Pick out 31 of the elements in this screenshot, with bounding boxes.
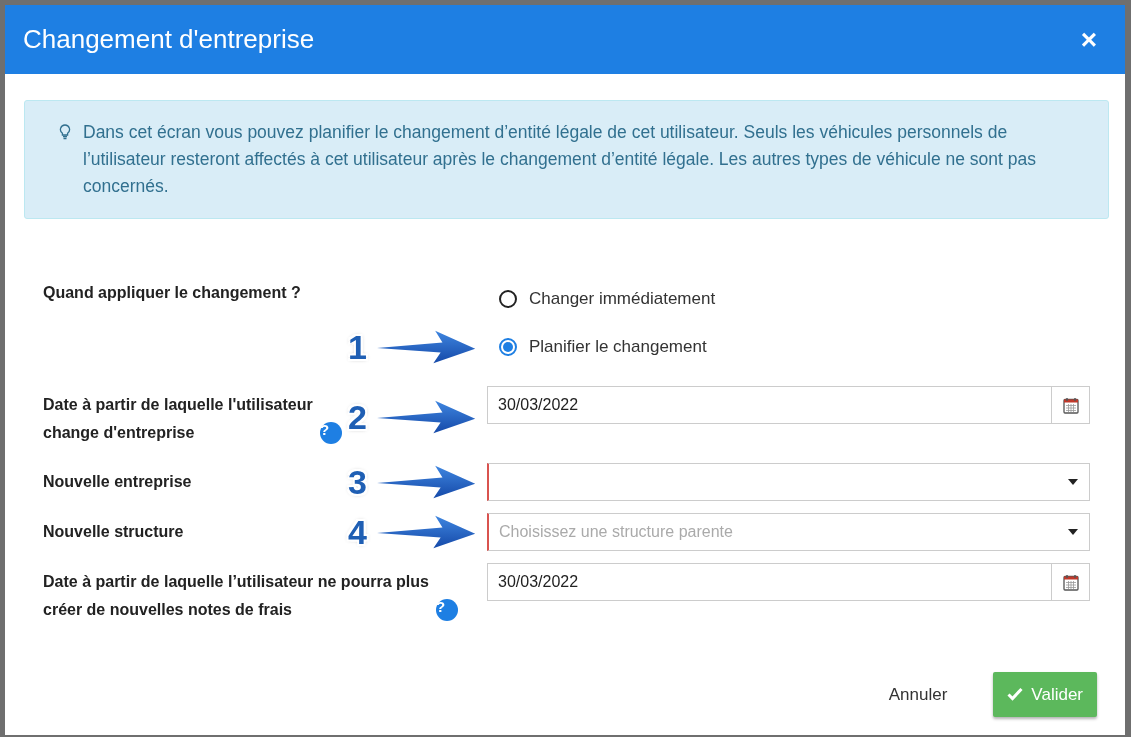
radio-option[interactable]: Planifier le changement	[487, 323, 707, 371]
question-label: Quand appliquer le changement ?	[43, 283, 302, 303]
caret-icon	[1068, 529, 1078, 535]
date-field[interactable]: 30/03/2022	[487, 386, 1052, 424]
cancel-link[interactable]: Annuler	[882, 680, 954, 708]
info-text: Dans cet écran vous pouvez planifier le changement d’entité légale de cet utilisateur. Seuls les véhicules personnels de l’utilisateur resteront affectés à cet utilisateur après le changement d’entité légale. Les autres types de véhicule ne sont pas concernés.	[83, 121, 1037, 198]
calendar-button[interactable]	[1052, 386, 1090, 424]
radio-button[interactable]	[499, 290, 517, 308]
calendar-button[interactable]	[1052, 563, 1090, 601]
help-button[interactable]: ?	[320, 422, 342, 444]
field-label: Nouvelle entreprise	[43, 472, 192, 492]
callout-number: 3	[348, 465, 367, 499]
modal-title: Changement d'entreprise	[23, 23, 315, 56]
date-field[interactable]: 30/03/2022	[487, 563, 1052, 601]
callout-number: 2	[348, 399, 367, 434]
callout-number: 1	[348, 330, 367, 364]
field-label: Date à partir de laquelle l'utilisateur change d'entreprise	[43, 395, 314, 443]
select-field[interactable]	[487, 463, 1090, 501]
caret-icon	[1068, 479, 1078, 485]
field-label: Date à partir de laquelle l’utilisateur ne pourra plus créer de nouvelles notes de frais	[43, 572, 430, 620]
calendar-icon	[1062, 396, 1079, 414]
help-button[interactable]: ?	[436, 599, 458, 621]
lightbulb-icon	[59, 124, 71, 140]
callout-number: 4	[348, 515, 367, 549]
field-label: Nouvelle structure	[43, 522, 184, 542]
select-field[interactable]: Choisissez une structure parente	[487, 513, 1090, 551]
calendar-icon	[1062, 573, 1079, 591]
radio-option[interactable]: Changer immédiatement	[487, 275, 716, 323]
check-icon	[1007, 687, 1024, 702]
radio-button[interactable]	[499, 338, 517, 356]
close-button[interactable]: ×	[1078, 25, 1099, 54]
